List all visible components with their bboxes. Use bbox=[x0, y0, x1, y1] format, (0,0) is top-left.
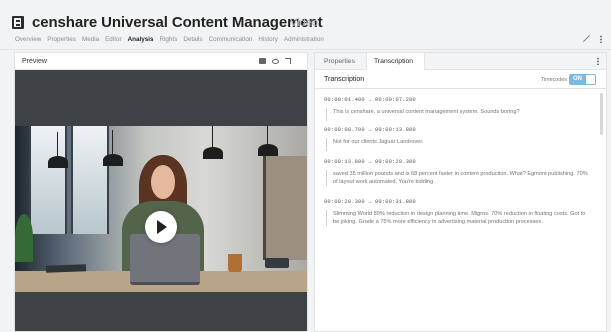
notebook bbox=[45, 264, 87, 273]
pendant-lamp bbox=[258, 126, 278, 156]
play-button[interactable] bbox=[145, 211, 177, 243]
nav-tab-administration[interactable]: Administration bbox=[284, 36, 324, 48]
asset-type-label: Video bbox=[290, 17, 318, 29]
background-window bbox=[71, 126, 109, 234]
analysis-panel: Properties Transcription Transcription T… bbox=[314, 52, 607, 332]
timecode: 00:00:13.800 → 00:00:20.300 bbox=[324, 158, 416, 165]
background-shelf bbox=[263, 156, 307, 260]
nav-tab-overview[interactable]: Overview bbox=[15, 36, 41, 48]
fullscreen-icon[interactable] bbox=[285, 58, 291, 64]
background-window bbox=[29, 126, 67, 234]
phone bbox=[265, 258, 289, 268]
nav-tab-communication[interactable]: Communication bbox=[209, 36, 253, 48]
pendant-lamp bbox=[203, 126, 223, 159]
timecodes-toggle[interactable]: ON bbox=[569, 74, 596, 85]
analysis-tabs: Properties Transcription bbox=[315, 53, 606, 70]
transcription-entry: 00:00:13.800 → 00:00:20.300 saved 35 mil… bbox=[324, 158, 592, 186]
nav-tab-editor[interactable]: Editor bbox=[105, 36, 121, 48]
timecodes-label: Timecodes bbox=[540, 77, 567, 83]
nav-tab-history[interactable]: History bbox=[258, 36, 278, 48]
header-actions bbox=[583, 35, 602, 43]
transcription-text: This is censhare, a universal content ma… bbox=[326, 108, 592, 121]
nav-tab-properties[interactable]: Properties bbox=[47, 36, 76, 48]
preview-panel: Preview bbox=[14, 52, 308, 332]
transcription-text: saved 35 million pounds and is 68 percen… bbox=[326, 170, 592, 186]
expand-icon[interactable] bbox=[583, 35, 590, 42]
video-player[interactable] bbox=[15, 70, 307, 331]
pendant-lamp bbox=[103, 130, 123, 166]
transcription-header: Transcription Timecodes ON bbox=[315, 70, 606, 89]
transcription-title: Transcription bbox=[324, 76, 365, 83]
page-title: censhare Universal Content Management bbox=[32, 14, 323, 31]
timecode: 00:00:01.400 → 00:00:07.200 bbox=[324, 96, 416, 103]
transcription-text: Not for our clients Jaguar Landrover. bbox=[326, 138, 592, 151]
transcription-text: Slimming World 89% reduction in design p… bbox=[326, 210, 592, 226]
eye-icon[interactable] bbox=[272, 59, 279, 64]
nav-tab-rights[interactable]: Rights bbox=[159, 36, 177, 48]
scrollbar[interactable] bbox=[600, 93, 603, 135]
transcription-entry: 00:00:20.300 → 00:00:31.800 Slimming Wor… bbox=[324, 198, 592, 226]
tab-transcription[interactable]: Transcription bbox=[366, 53, 425, 70]
pendant-lamp bbox=[48, 132, 68, 168]
panel-menu-icon[interactable] bbox=[597, 57, 599, 65]
asset-video-icon bbox=[12, 16, 24, 29]
asset-navigation: Overview Properties Media Editor Analysi… bbox=[15, 36, 324, 48]
more-options-icon[interactable] bbox=[600, 35, 602, 43]
asset-header: censhare Universal Content Management Vi… bbox=[12, 14, 601, 36]
preview-tools bbox=[259, 57, 291, 64]
coffee-cup bbox=[228, 254, 242, 272]
transcription-entry: 00:00:08.700 → 00:00:13.800 Not for our … bbox=[324, 126, 592, 151]
header-divider bbox=[0, 49, 611, 50]
person-face bbox=[151, 165, 175, 199]
timecode: 00:00:08.700 → 00:00:13.800 bbox=[324, 126, 416, 133]
preview-panel-title: Preview bbox=[22, 58, 47, 65]
tab-properties[interactable]: Properties bbox=[315, 53, 366, 70]
video-thumbnail bbox=[15, 126, 307, 292]
app-window: censhare Universal Content Management Vi… bbox=[0, 0, 611, 332]
preview-panel-header: Preview bbox=[15, 53, 307, 70]
timecodes-toggle-label: ON bbox=[573, 76, 582, 82]
nav-tab-details[interactable]: Details bbox=[183, 36, 202, 48]
timecode: 00:00:20.300 → 00:00:31.800 bbox=[324, 198, 416, 205]
transcription-entry: 00:00:01.400 → 00:00:07.200 This is cens… bbox=[324, 96, 592, 121]
camera-icon[interactable] bbox=[259, 58, 266, 64]
toggle-knob bbox=[586, 75, 595, 84]
nav-tab-media[interactable]: Media bbox=[82, 36, 99, 48]
plant-decoration bbox=[15, 214, 33, 262]
nav-tab-analysis[interactable]: Analysis bbox=[128, 36, 154, 48]
